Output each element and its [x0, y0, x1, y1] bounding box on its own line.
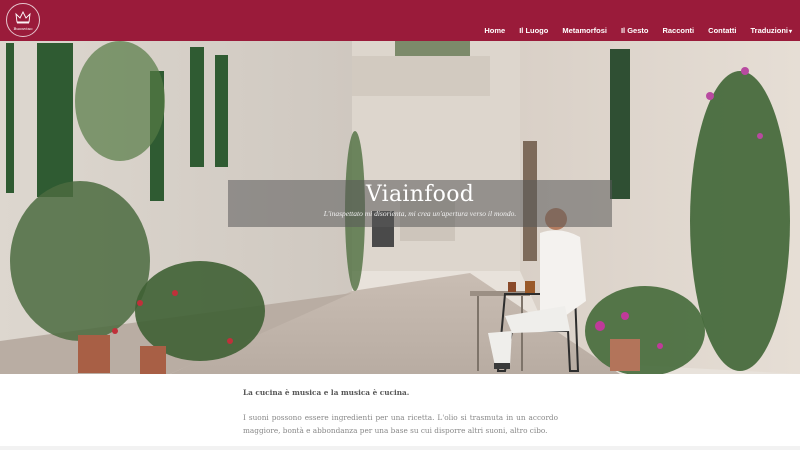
- hero-banner: Viainfood L'inaspettato mi disorienta, m…: [228, 180, 612, 227]
- hero-subtitle: L'inaspettato mi disorienta, mi crea un'…: [323, 209, 517, 218]
- brand-logo[interactable]: Buonvino: [6, 3, 40, 37]
- nav-il-luogo[interactable]: Il Luogo: [519, 26, 548, 35]
- hero-title: Viainfood: [365, 182, 475, 207]
- nav-home[interactable]: Home: [484, 26, 505, 35]
- nav-racconti[interactable]: Racconti: [662, 26, 694, 35]
- nav-traduzioni-label: Traduzioni: [750, 26, 788, 35]
- nav-traduzioni[interactable]: Traduzioni▾: [750, 26, 792, 35]
- intro-lead: La cucina è musica e la musica è cucina.: [243, 388, 410, 397]
- nav-contatti[interactable]: Contatti: [708, 26, 736, 35]
- main-nav: Home Il Luogo Metamorfosi Il Gesto Racco…: [470, 26, 792, 35]
- crown-icon: [15, 10, 31, 24]
- top-navigation-bar: Buonvino Home Il Luogo Metamorfosi Il Ge…: [0, 0, 800, 41]
- intro-paragraph: I suoni possono essere ingredienti per u…: [243, 413, 558, 435]
- logo-text: Buonvino: [13, 26, 33, 31]
- nav-metamorfosi[interactable]: Metamorfosi: [562, 26, 607, 35]
- chevron-down-icon: ▾: [788, 29, 792, 35]
- hero-image: Viainfood L'inaspettato mi disorienta, m…: [0, 41, 800, 374]
- section-divider: [0, 446, 800, 450]
- nav-il-gesto[interactable]: Il Gesto: [621, 26, 649, 35]
- intro-section: La cucina è musica e la musica è cucina.…: [243, 388, 558, 437]
